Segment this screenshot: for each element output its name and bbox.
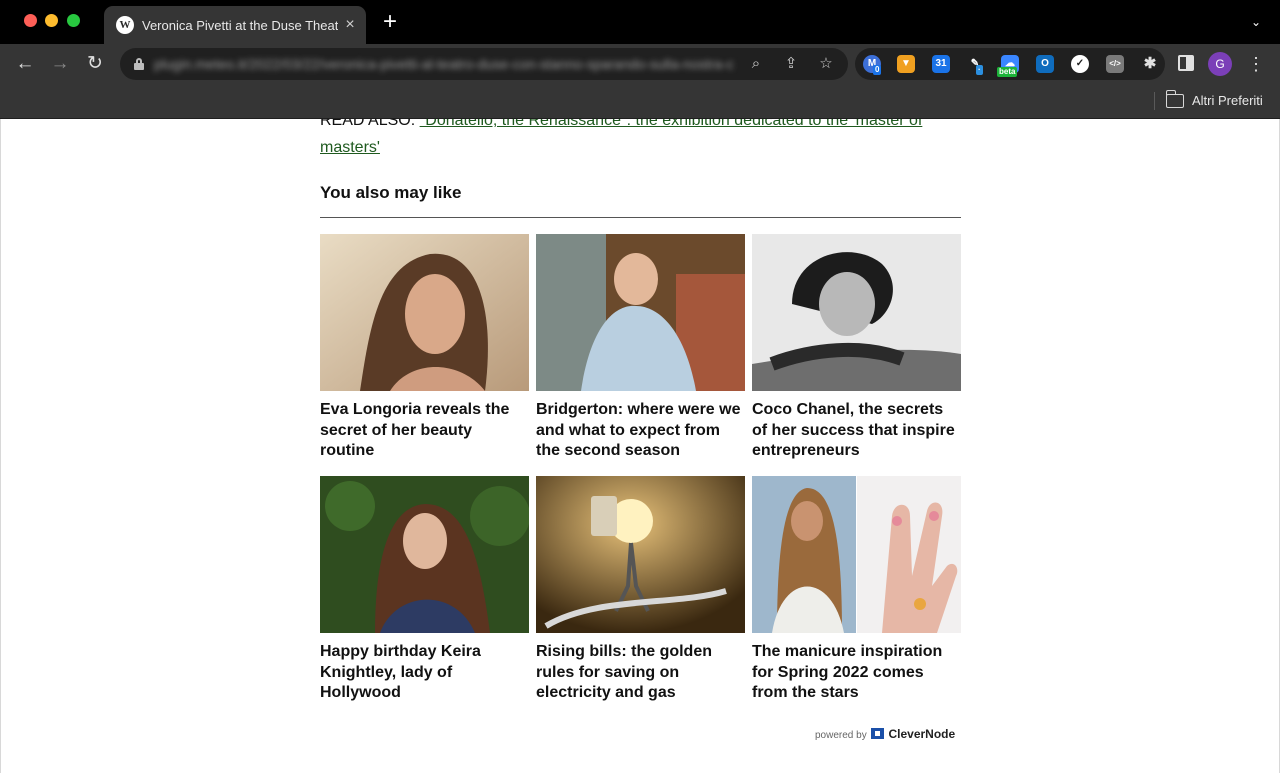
close-tab-icon[interactable]: ×	[340, 15, 360, 35]
recommendations-divider	[320, 217, 961, 218]
tab-title: Veronica Pivetti at the Duse Theater	[142, 18, 338, 33]
clevernode-logo-icon	[871, 728, 885, 739]
new-tab-button[interactable]: +	[378, 10, 402, 35]
recommendation-image[interactable]	[536, 476, 745, 633]
page-edge-left	[0, 119, 1, 773]
calendar-icon[interactable]: 31	[932, 55, 950, 73]
code-icon[interactable]: </>	[1106, 55, 1124, 73]
extensions-bar: M 0 ▼ 31 ✎ · ☁ beta O ✓ </> ✱	[855, 48, 1165, 80]
recommendation-headline[interactable]: The manicure inspiration for Spring 2022…	[752, 642, 962, 704]
recommendation-headline[interactable]: Eva Longoria reveals the secret of her b…	[320, 400, 530, 462]
title-bar: W Veronica Pivetti at the Duse Theater ×…	[0, 0, 1280, 44]
recommendation-image[interactable]	[320, 476, 529, 633]
url-text[interactable]: plugin.meteo.it/2022/03/22/veronica-pive…	[154, 55, 734, 73]
recommendation-card[interactable]: The manicure inspiration for Spring 2022…	[752, 476, 962, 704]
folder-icon[interactable]	[1165, 90, 1184, 108]
lock-icon[interactable]	[134, 58, 144, 70]
pen-icon[interactable]: ✎ ·	[966, 55, 984, 75]
maximize-window-button[interactable]	[67, 14, 80, 27]
recommendation-headline[interactable]: Bridgerton: where were we and what to ex…	[536, 400, 746, 462]
tab-active[interactable]: W Veronica Pivetti at the Duse Theater ×	[104, 6, 366, 44]
recommendation-card[interactable]: Bridgerton: where were we and what to ex…	[536, 234, 746, 462]
forward-button[interactable]: →	[48, 52, 72, 76]
powered-by-attribution[interactable]: powered by CleverNode	[815, 727, 955, 741]
tampermonkey-icon[interactable]: ▼	[897, 55, 915, 73]
recommendation-image[interactable]	[536, 234, 745, 391]
browser-menu-icon[interactable]: ⋮	[1246, 52, 1266, 76]
close-window-button[interactable]	[24, 14, 37, 27]
read-also-paragraph: READ ALSO: "Donatello, the Renaissance":…	[320, 119, 960, 161]
recommendation-image[interactable]	[752, 476, 961, 633]
recommendation-image[interactable]	[320, 234, 529, 391]
recommendations-title: You also may like	[320, 183, 462, 202]
recommendation-card[interactable]: Rising bills: the golden rules for savin…	[536, 476, 746, 704]
bookmarks-divider	[1154, 92, 1155, 110]
minimize-window-button[interactable]	[45, 14, 58, 27]
recommendation-headline[interactable]: Coco Chanel, the secrets of her success …	[752, 400, 962, 462]
extensions-puzzle-icon[interactable]: ✱	[1141, 55, 1159, 73]
recommendation-headline[interactable]: Happy birthday Keira Knightley, lady of …	[320, 642, 530, 704]
reload-button[interactable]: ↻	[83, 52, 107, 76]
recommendation-card[interactable]: Coco Chanel, the secrets of her success …	[752, 234, 962, 462]
browser-toolbar: ← → ↻ plugin.meteo.it/2022/03/22/veronic…	[0, 44, 1280, 84]
recommendation-card[interactable]: Happy birthday Keira Knightley, lady of …	[320, 476, 530, 704]
cloud-icon[interactable]: ☁ beta	[997, 55, 1019, 77]
wordpress-icon: W	[116, 16, 134, 34]
address-bar[interactable]: plugin.meteo.it/2022/03/22/veronica-pive…	[120, 48, 848, 80]
bookmark-star-icon[interactable]: ☆	[816, 54, 836, 74]
powered-by-brand[interactable]: CleverNode	[888, 727, 955, 741]
powered-by-label: powered by	[815, 730, 867, 741]
bookmarks-folder-other[interactable]: Altri Preferiti	[1192, 92, 1263, 110]
back-button[interactable]: ←	[13, 52, 37, 76]
share-icon[interactable]: ⇪	[781, 54, 801, 74]
check-icon[interactable]: ✓	[1071, 55, 1089, 73]
page-content: READ ALSO: "Donatello, the Renaissance":…	[0, 119, 1280, 773]
profile-avatar[interactable]: G	[1208, 52, 1232, 76]
recommendation-card[interactable]: Eva Longoria reveals the secret of her b…	[320, 234, 530, 462]
m-icon[interactable]: M 0	[863, 55, 882, 75]
side-panel-icon[interactable]	[1178, 55, 1194, 71]
outlook-icon[interactable]: O	[1036, 55, 1054, 73]
tab-search-button[interactable]: ⌄	[1246, 12, 1266, 32]
zoom-icon[interactable]: ⌕	[746, 54, 766, 74]
bookmarks-bar: Altri Preferiti	[0, 84, 1280, 119]
recommendation-image[interactable]	[752, 234, 961, 391]
read-also-label: READ ALSO:	[320, 119, 416, 129]
recommendation-headline[interactable]: Rising bills: the golden rules for savin…	[536, 642, 746, 704]
